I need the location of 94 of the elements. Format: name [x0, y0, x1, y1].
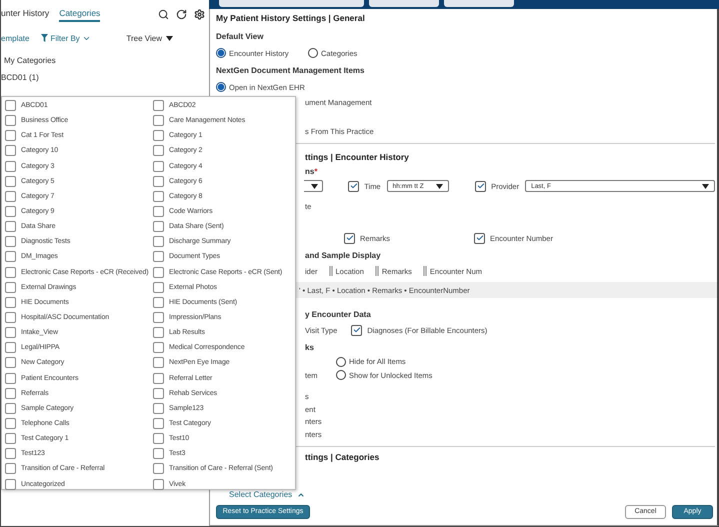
checkbox[interactable] — [153, 372, 164, 384]
checkbox[interactable] — [5, 130, 16, 142]
section-title: ttings | Categories — [305, 452, 380, 462]
grip-icon[interactable] — [374, 266, 379, 276]
caret-icon — [311, 184, 318, 188]
checkbox[interactable] — [153, 100, 164, 112]
dropdown-field[interactable] — [304, 180, 324, 192]
checkbox[interactable] — [5, 448, 16, 460]
checkbox[interactable] — [5, 190, 16, 202]
filter-icon — [41, 34, 48, 42]
grip-icon[interactable] — [328, 266, 333, 276]
checkbox[interactable] — [153, 206, 164, 218]
checkbox[interactable] — [5, 342, 16, 354]
tab[interactable]: Categories — [59, 8, 100, 22]
checkbox[interactable] — [153, 388, 164, 399]
checkbox[interactable] — [5, 312, 16, 324]
checkbox[interactable] — [5, 357, 16, 368]
radio-button[interactable] — [216, 82, 226, 92]
checkbox[interactable] — [5, 327, 16, 338]
checkbox[interactable] — [153, 433, 164, 444]
checkbox[interactable] — [5, 296, 16, 308]
checkbox[interactable] — [5, 388, 16, 399]
checkbox[interactable] — [5, 100, 16, 112]
checkbox[interactable] — [153, 221, 164, 232]
checkbox[interactable] — [153, 176, 164, 187]
checkbox[interactable] — [153, 357, 164, 368]
tree-item[interactable]: BCD01 (1) — [1, 69, 209, 87]
radio-button[interactable] — [308, 48, 318, 58]
checkbox[interactable] — [153, 312, 164, 324]
filter-button[interactable]: Filter By — [41, 34, 91, 42]
checkbox[interactable] — [5, 251, 16, 262]
checkbox[interactable] — [153, 478, 164, 490]
checkbox[interactable] — [5, 463, 16, 474]
field-label: Default View — [216, 32, 264, 40]
checkbox[interactable] — [5, 266, 16, 278]
checkbox[interactable] — [5, 160, 16, 172]
checkbox[interactable] — [5, 115, 16, 126]
checkbox[interactable] — [153, 402, 164, 414]
chevron-up-icon — [297, 490, 306, 498]
checkbox[interactable] — [5, 372, 16, 384]
section-title: My Patient History Settings | General — [216, 13, 365, 23]
select-categories-link[interactable]: Select Categories — [229, 490, 306, 499]
checkbox[interactable] — [153, 130, 164, 142]
checkbox[interactable] — [153, 448, 164, 460]
grip-icon[interactable] — [422, 266, 427, 276]
checkbox[interactable] — [344, 232, 355, 244]
section-title: ttings | Encounter History — [305, 152, 409, 162]
caret-icon — [436, 184, 444, 188]
checkbox[interactable] — [5, 176, 16, 187]
radio-button[interactable] — [336, 356, 346, 367]
checkbox[interactable] — [5, 478, 16, 490]
checkbox[interactable] — [153, 342, 164, 354]
checkbox[interactable] — [153, 160, 164, 172]
radio-button[interactable] — [216, 48, 226, 58]
top-field[interactable] — [219, 0, 364, 7]
checkbox[interactable] — [153, 296, 164, 308]
checkbox[interactable] — [351, 324, 362, 336]
checkbox[interactable] — [5, 418, 16, 430]
checkbox[interactable] — [5, 221, 16, 232]
section-subtitle: ks — [305, 342, 314, 352]
view-dropdown[interactable]: Tree View — [126, 34, 173, 42]
tree-heading: My Categories — [3, 55, 57, 67]
field-label: NextGen Document Management Items — [216, 66, 364, 74]
section-subtitle: and Sample Display — [305, 250, 381, 260]
checkbox[interactable] — [5, 145, 16, 156]
checkbox[interactable] — [153, 115, 164, 126]
checkbox[interactable] — [475, 180, 486, 192]
checkbox[interactable] — [153, 266, 164, 278]
search-icon[interactable] — [158, 9, 169, 20]
checkbox[interactable] — [5, 206, 16, 218]
checkbox[interactable] — [153, 190, 164, 202]
checkbox[interactable] — [348, 180, 360, 192]
radio-button[interactable] — [336, 370, 346, 380]
required-mark: * — [314, 166, 318, 176]
checkbox[interactable] — [5, 402, 16, 414]
checkbox[interactable] — [5, 282, 16, 293]
checkbox[interactable] — [474, 232, 485, 244]
checkbox[interactable] — [153, 145, 164, 156]
template-link[interactable]: emplate — [1, 34, 30, 42]
checkbox[interactable] — [153, 251, 164, 262]
field-label: ns — [305, 166, 314, 176]
checkbox[interactable] — [5, 433, 16, 444]
section-subtitle: y Encounter Data — [305, 310, 371, 318]
settings-icon[interactable] — [194, 9, 205, 20]
checkbox[interactable] — [153, 463, 164, 474]
checkbox[interactable] — [153, 327, 164, 338]
checkbox[interactable] — [5, 236, 16, 248]
checkbox[interactable] — [153, 418, 164, 430]
checkbox[interactable] — [153, 236, 164, 248]
checkbox[interactable] — [153, 282, 164, 293]
refresh-icon[interactable] — [176, 9, 187, 20]
caret-icon — [702, 184, 709, 188]
tab[interactable]: unter History — [1, 8, 50, 22]
caret-icon — [166, 36, 173, 40]
